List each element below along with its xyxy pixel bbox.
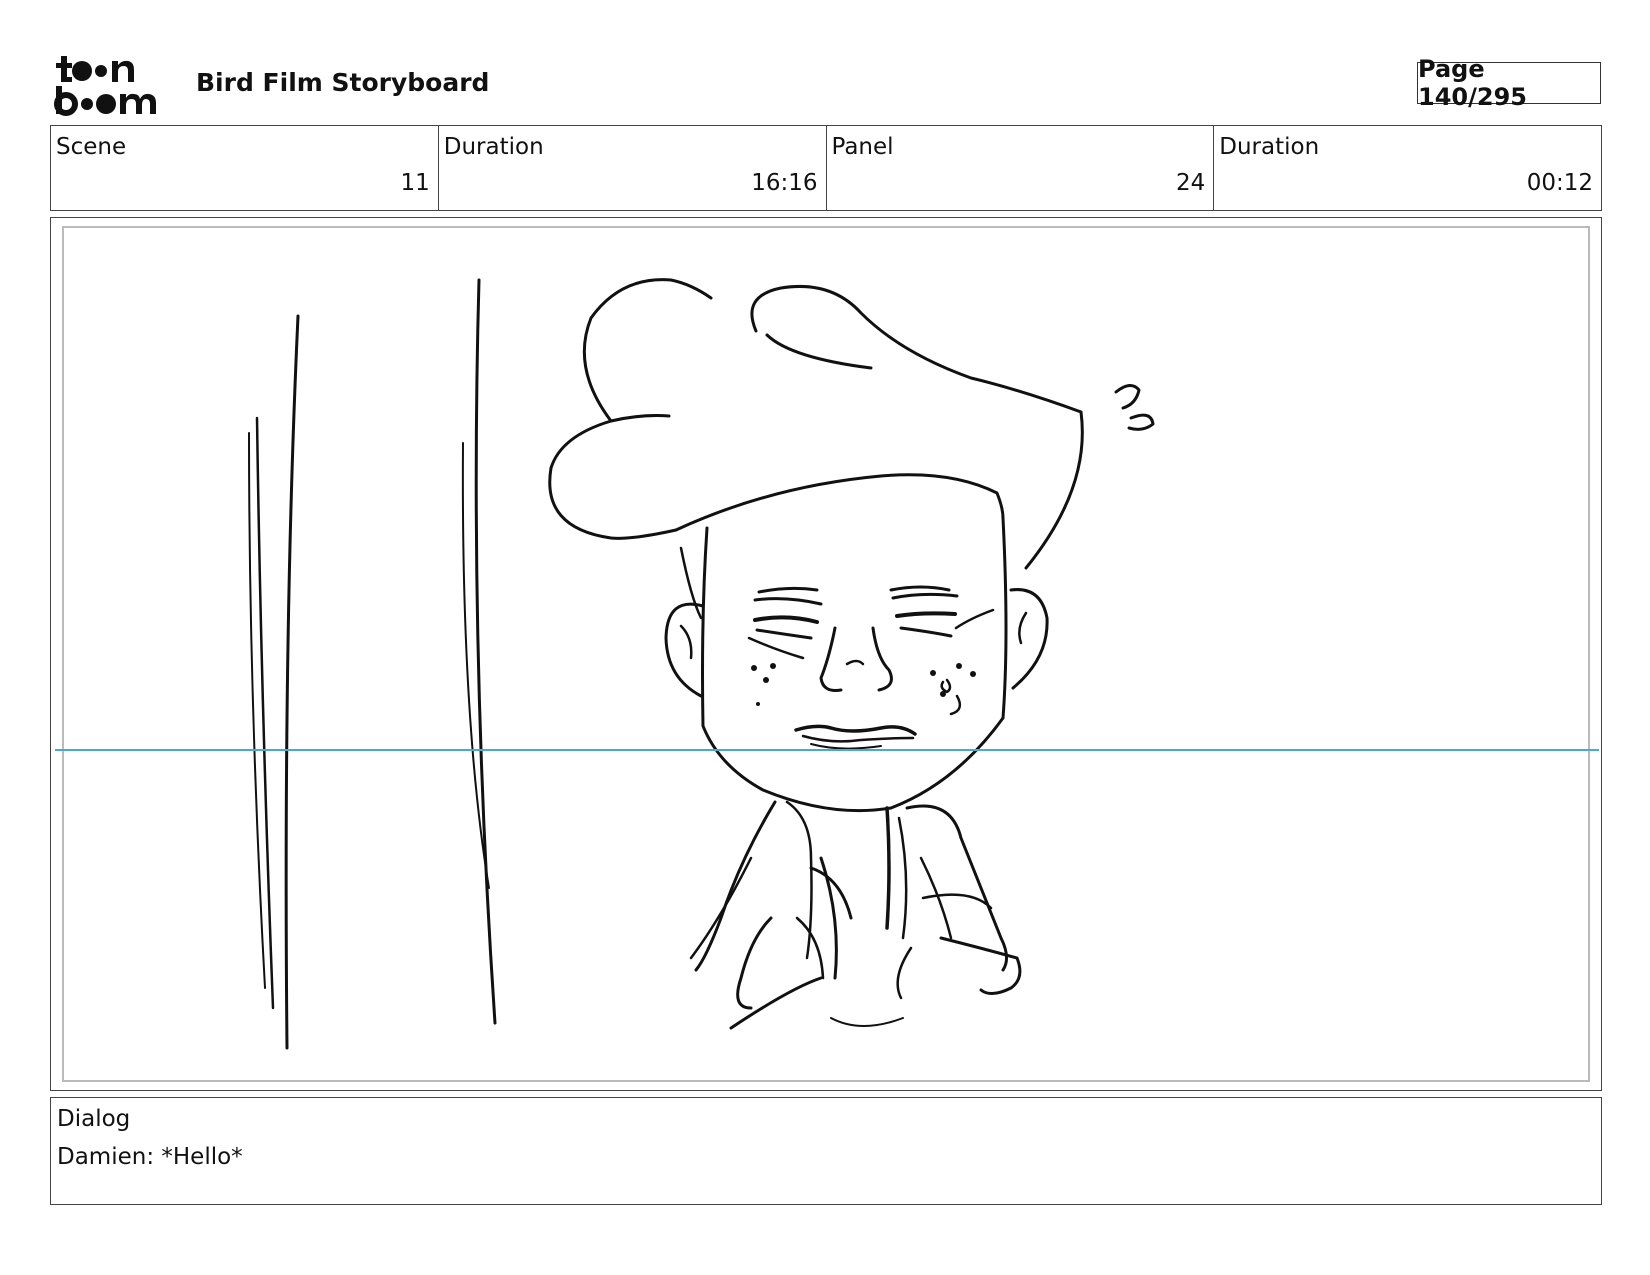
document-title: Bird Film Storyboard [196, 68, 490, 97]
scene-cell: Scene 11 [51, 126, 439, 210]
dialog-label: Dialog [57, 1106, 131, 1132]
panel-value: 24 [1175, 170, 1206, 196]
scene-duration-label: Duration [443, 134, 544, 160]
page-number: Page 140/295 [1417, 55, 1601, 111]
horizon-guide-line [55, 749, 1599, 751]
scene-duration-value: 16:16 [751, 170, 818, 196]
scene-label: Scene [56, 134, 127, 160]
panel-duration-label: Duration [1219, 134, 1320, 160]
character-sketch-icon [248, 278, 1155, 1050]
dialog-text: Damien: *Hello* [57, 1144, 243, 1170]
scene-info-table: Scene 11 Duration 16:16 Panel 24 Duratio… [50, 125, 1602, 211]
storyboard-panel [50, 217, 1602, 1091]
toonboom-logo-icon [54, 56, 156, 116]
panel-label: Panel [831, 134, 894, 160]
scene-value: 11 [400, 170, 430, 196]
scene-duration-cell: Duration 16:16 [439, 126, 827, 210]
panel-duration-value: 00:12 [1526, 170, 1593, 196]
panel-cell: Panel 24 [827, 126, 1215, 210]
panel-duration-cell: Duration 00:12 [1214, 126, 1601, 210]
dialog-box: Dialog Damien: *Hello* [50, 1097, 1602, 1205]
